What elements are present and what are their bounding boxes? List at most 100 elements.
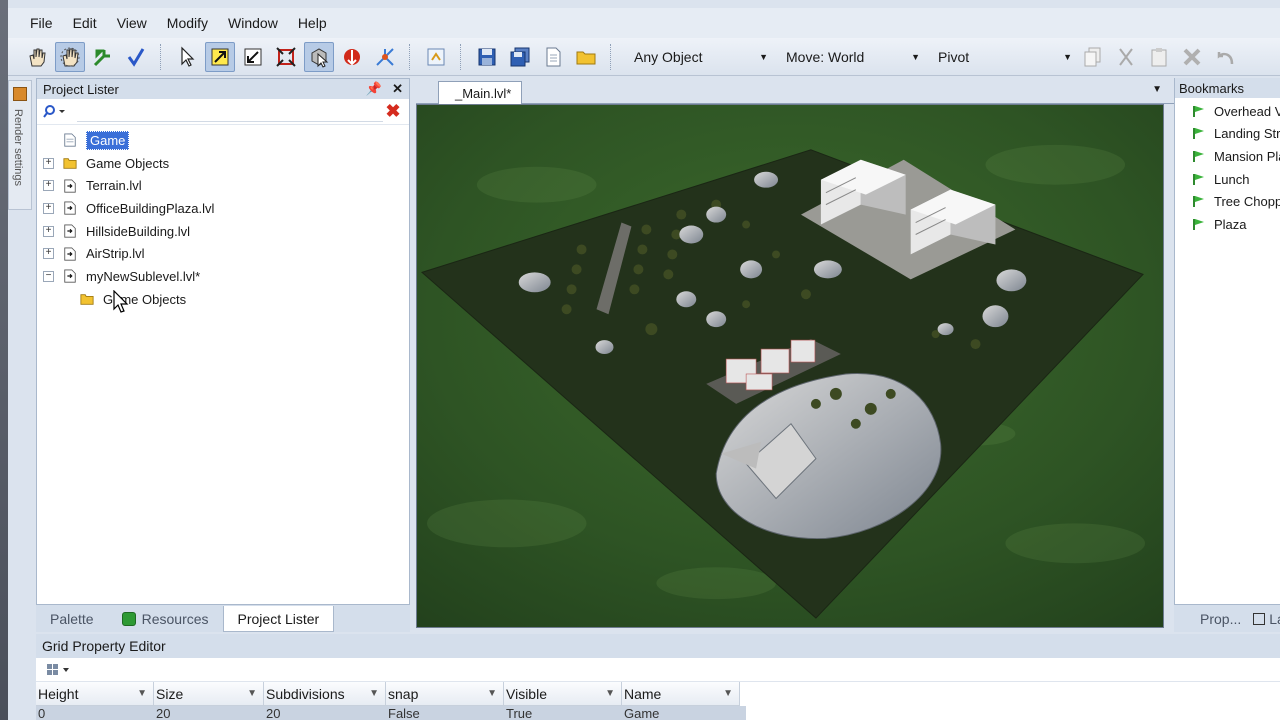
new-file-button[interactable] [538,42,568,72]
filter-dropdown-icon[interactable]: ▼ [605,688,615,699]
folder-icon [62,155,78,171]
select-button[interactable] [172,42,202,72]
delete-button[interactable] [1177,42,1207,72]
menu-view[interactable]: View [117,15,163,31]
filter-dropdown-icon[interactable]: ▼ [369,688,379,699]
tree-item[interactable]: − myNewSublevel.lvl* [37,265,409,288]
bookmarks-title: Bookmarks [1179,80,1245,96]
selection-filter-value: Any Object [634,48,703,65]
table-cell[interactable]: Game [622,706,740,720]
filter-dropdown-icon[interactable]: ▼ [247,688,257,699]
open-folder-button[interactable] [571,42,601,72]
clear-search-icon[interactable]: ✖ [383,101,403,122]
tree-item[interactable]: + OfficeBuildingPlaza.lvl [37,197,409,220]
level-icon [62,200,78,216]
table-row[interactable]: 0 20 20 False True Game [36,706,746,720]
tree-item[interactable]: + HillsideBuilding.lvl [37,220,409,243]
bookmark-item[interactable]: Plaza [1175,213,1280,236]
bookmark-item[interactable]: Lunch [1175,168,1280,191]
place-object-button[interactable] [304,41,334,72]
toolbar-grip [409,43,415,70]
filter-dropdown-icon[interactable]: ▼ [723,688,733,699]
pivot-dropdown[interactable]: Pivot ▼ [932,45,1078,69]
grid-options-icon[interactable] [46,663,76,677]
menu-help[interactable]: Help [298,15,343,31]
column-header[interactable]: snap ▼ [386,682,504,706]
menu-window[interactable]: Window [228,15,294,31]
bookmarks-list: Overhead View Landing Strip Mansion Plaza L… [1175,98,1280,236]
gizmo-button[interactable] [370,42,400,72]
column-header[interactable]: Height ▼ [36,682,154,706]
bookmark-item[interactable]: Overhead View [1175,100,1280,123]
save-button[interactable] [472,42,502,72]
layers-icon [1253,612,1266,625]
table-cell[interactable]: 20 [154,706,264,720]
column-header[interactable]: Name ▼ [622,682,740,706]
tab-layers[interactable]: La [1253,611,1280,627]
selection-filter-dropdown[interactable]: Any Object ▼ [628,45,774,69]
expand-icon[interactable]: + [43,157,54,169]
3d-viewport[interactable] [416,104,1164,628]
bookmark-item[interactable]: Tree Chopper [1175,190,1280,213]
menu-file[interactable]: File [30,15,69,31]
bookmark-label: Tree Chopper [1214,194,1280,210]
tab-resources[interactable]: Resources [108,606,223,632]
toolbar-grip [460,43,466,70]
tab-list-dropdown-icon[interactable]: ▼ [1152,84,1162,95]
bookmark-item[interactable]: Landing Strip [1175,123,1280,146]
table-cell[interactable]: True [504,706,622,720]
tree-item[interactable]: + AirStrip.lvl [37,242,409,265]
scale-tool-button[interactable] [271,42,301,72]
project-search-input[interactable] [77,101,383,122]
table-cell[interactable]: 20 [264,706,386,720]
column-header[interactable]: Subdivisions ▼ [264,682,386,706]
paste-button[interactable] [1144,42,1174,72]
move-tool-button[interactable] [205,41,235,72]
filter-dropdown-icon[interactable]: ▼ [137,688,147,699]
collapse-icon[interactable]: − [43,270,54,282]
hand-pan-button[interactable] [22,42,52,72]
table-cell[interactable]: False [386,706,504,720]
tree-item[interactable]: + Game Objects [37,152,409,175]
column-header[interactable]: Size ▼ [154,682,264,706]
expand-icon[interactable]: + [43,225,54,237]
render-settings-tab[interactable]: Render settings [8,80,32,210]
tab-project-lister[interactable]: Project Lister [222,606,335,632]
level-icon [62,246,78,262]
copy-button[interactable] [1078,42,1108,72]
filter-dropdown-icon[interactable]: ▼ [487,688,497,699]
undo-button[interactable] [1210,42,1240,72]
search-icon[interactable] [43,104,65,120]
move-mode-dropdown[interactable]: Move: World ▼ [780,45,926,69]
menu-edit[interactable]: Edit [73,15,113,31]
fly-camera-button[interactable] [88,42,118,72]
pin-icon[interactable]: 📌 [366,81,382,97]
document-icon [546,47,561,66]
cut-button[interactable] [1111,42,1141,72]
column-header[interactable]: Visible ▼ [504,682,622,706]
expand-icon[interactable]: + [43,180,54,192]
script-button[interactable] [421,42,451,72]
tab-main-level[interactable]: _Main.lvl* [438,81,523,104]
snap-button[interactable] [337,42,367,72]
bookmark-item[interactable]: Mansion Plaza [1175,145,1280,168]
chevron-down-icon: ▼ [1063,51,1072,62]
right-panel-tabs: Prop... La [1174,604,1280,632]
check-button[interactable] [121,42,151,72]
menu-modify[interactable]: Modify [167,15,224,31]
close-icon[interactable]: ✕ [392,81,403,97]
delete-x-icon [1183,48,1201,65]
tab-palette[interactable]: Palette [36,606,108,632]
expand-icon[interactable]: + [43,248,54,260]
save-all-button[interactable] [505,42,535,72]
expand-icon[interactable]: + [43,202,54,214]
rotate-tool-button[interactable] [238,42,268,72]
table-cell[interactable]: 0 [36,706,154,720]
tab-properties[interactable]: Prop... [1200,611,1241,627]
orbit-hand-button[interactable] [55,41,85,72]
tree-item[interactable]: Game Objects [37,288,409,311]
tree-item[interactable]: Game [37,129,409,152]
clipboard-icon [1151,47,1167,66]
tree-item[interactable]: + Terrain.lvl [37,174,409,197]
script-icon [427,48,445,65]
